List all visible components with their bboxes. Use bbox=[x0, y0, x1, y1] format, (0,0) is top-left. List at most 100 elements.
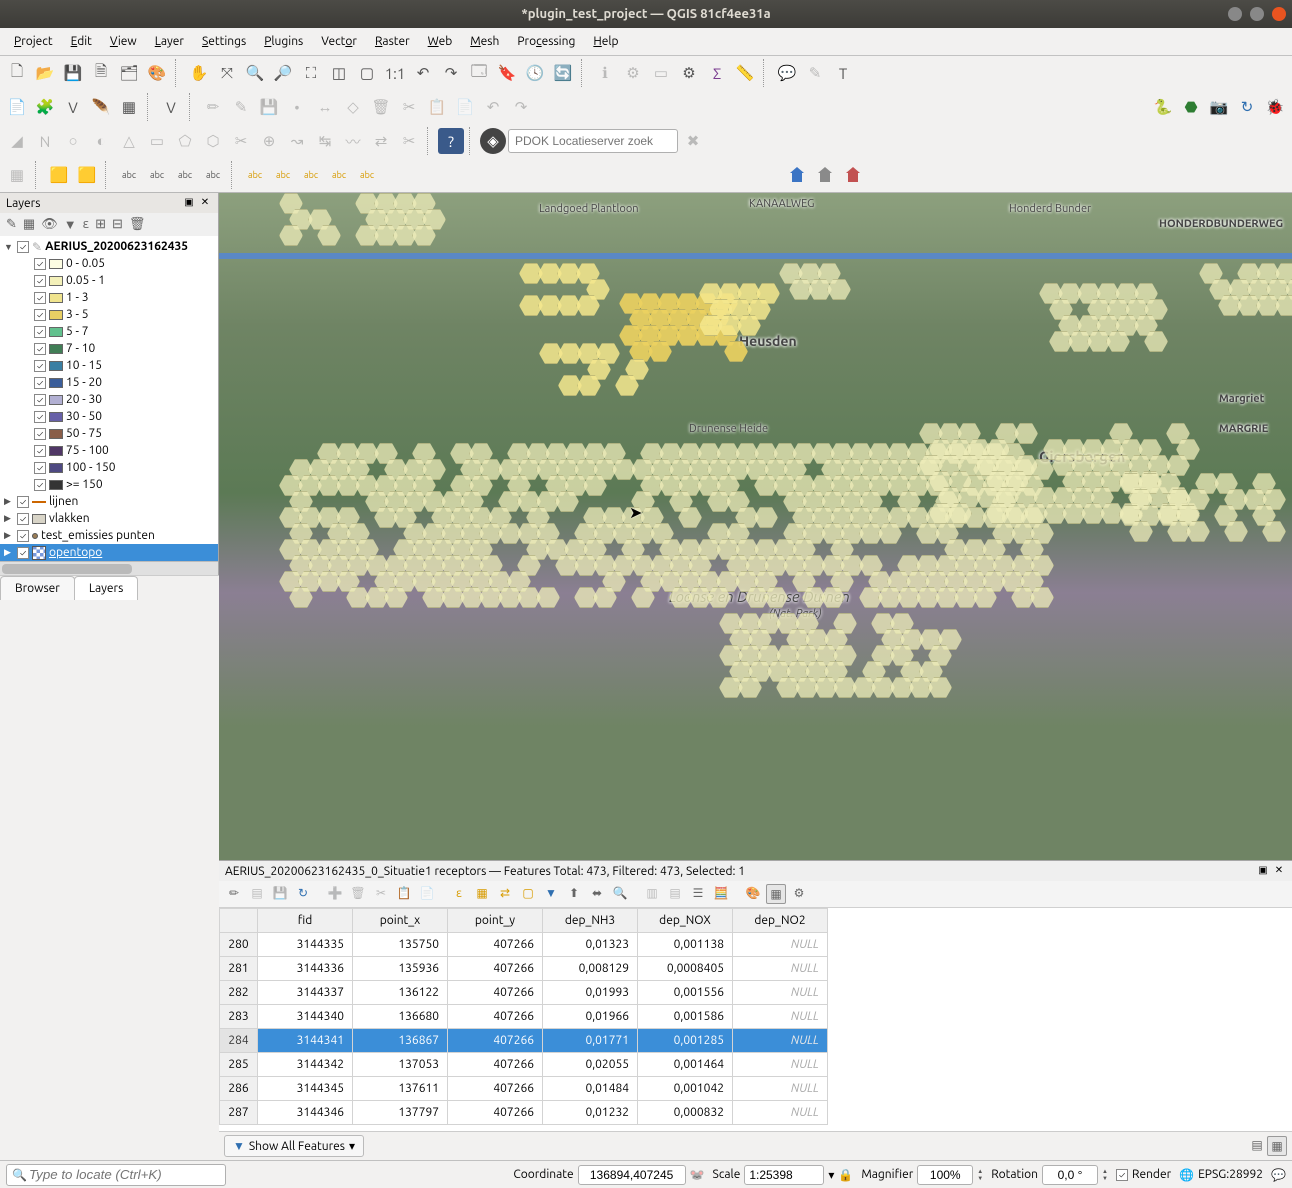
scale-input[interactable] bbox=[744, 1165, 824, 1185]
row-header[interactable]: 287 bbox=[220, 1101, 258, 1125]
label-abc-3[interactable]: abc bbox=[172, 162, 198, 188]
zoom-last-button[interactable]: ↶ bbox=[410, 60, 436, 86]
reload-icon[interactable]: ↻ bbox=[293, 884, 313, 904]
zoom-next-button[interactable]: ↷ bbox=[438, 60, 464, 86]
attribute-table[interactable]: fidpoint_xpoint_ydep_NH3dep_NOXdep_NO2 2… bbox=[219, 908, 828, 1125]
panel-close-button[interactable]: ✕ bbox=[198, 196, 212, 210]
row-header[interactable]: 285 bbox=[220, 1053, 258, 1077]
layout-manager-button[interactable]: 🗂 bbox=[116, 60, 142, 86]
layer-checkbox[interactable]: ✓ bbox=[17, 547, 29, 559]
menu-vector[interactable]: Vector bbox=[313, 32, 365, 51]
new-field-icon[interactable]: ▥ bbox=[642, 884, 662, 904]
table-row[interactable]: 280 31443351357504072660,013230,001138 N… bbox=[220, 933, 828, 957]
pan-to-icon[interactable]: ⬌ bbox=[587, 884, 607, 904]
pdok-search-input[interactable] bbox=[508, 129, 678, 153]
row-header[interactable]: 281 bbox=[220, 957, 258, 981]
form-view-icon[interactable]: ▤ bbox=[1247, 1136, 1267, 1156]
edit-pencil-icon[interactable]: ✏ bbox=[200, 94, 226, 120]
menu-project[interactable]: PProjectroject bbox=[6, 32, 61, 51]
shape-2-icon[interactable]: ◐ bbox=[88, 128, 114, 154]
column-header[interactable]: dep_NO2 bbox=[733, 909, 828, 933]
attribute-table-scroll[interactable]: fidpoint_xpoint_ydep_NH3dep_NOXdep_NO2 2… bbox=[219, 908, 1292, 1131]
invert-selection-icon[interactable]: ⇄ bbox=[495, 884, 515, 904]
shape-5-icon[interactable]: ⬠ bbox=[172, 128, 198, 154]
tab-layers[interactable]: Layers bbox=[74, 576, 138, 600]
add-feature-button[interactable]: • bbox=[284, 94, 310, 120]
copy-button[interactable]: 📋 bbox=[424, 94, 450, 120]
magnifier-spinner[interactable]: ▲▼ bbox=[977, 1168, 983, 1182]
trim-icon[interactable]: ✂ bbox=[396, 128, 422, 154]
zoom-out-button[interactable]: 🔎 bbox=[270, 60, 296, 86]
layer-checkbox[interactable]: ✓ bbox=[17, 241, 29, 253]
new-shapefile-button[interactable]: V bbox=[60, 94, 86, 120]
layer-filter-button[interactable]: 🟨 bbox=[46, 162, 72, 188]
debugger-button[interactable]: 🐞 bbox=[1262, 94, 1288, 120]
delete-feature-icon[interactable]: 🗑 bbox=[348, 884, 368, 904]
magnifier-input[interactable] bbox=[917, 1165, 973, 1185]
expander-icon[interactable]: ▶ bbox=[4, 547, 14, 558]
table-row[interactable]: 284 31443411368674072660,017710,001285 N… bbox=[220, 1029, 828, 1053]
column-header[interactable]: point_y bbox=[448, 909, 543, 933]
rotation-input[interactable] bbox=[1042, 1165, 1098, 1185]
remove-layer-icon[interactable]: 🗑 bbox=[129, 217, 146, 232]
row-header[interactable]: 284 bbox=[220, 1029, 258, 1053]
new-map-view-button[interactable]: 🗔 bbox=[466, 60, 492, 86]
row-header[interactable]: 283 bbox=[220, 1005, 258, 1029]
select-by-expr-icon[interactable]: ε bbox=[449, 884, 469, 904]
measure-button[interactable]: 📏 bbox=[732, 60, 758, 86]
lock-icon[interactable]: 🔒 bbox=[838, 1168, 853, 1182]
class-checkbox[interactable]: ✓ bbox=[34, 275, 46, 287]
refresh-button[interactable]: 🔄 bbox=[550, 60, 576, 86]
python-console-button[interactable]: 🐍 bbox=[1150, 94, 1176, 120]
layers-hscrollbar[interactable] bbox=[0, 561, 218, 575]
menu-web[interactable]: Web bbox=[420, 32, 461, 51]
pdok-logo-icon[interactable]: ◈ bbox=[480, 128, 506, 154]
open-project-button[interactable]: 📂 bbox=[32, 60, 58, 86]
table-row[interactable]: 287 31443461377974072660,012320,000832 N… bbox=[220, 1101, 828, 1125]
cut-button[interactable]: ✂ bbox=[396, 94, 422, 120]
multi-edit-icon[interactable]: ▤ bbox=[247, 884, 267, 904]
row-header[interactable]: 286 bbox=[220, 1077, 258, 1101]
messages-icon[interactable]: 💬 bbox=[1271, 1168, 1286, 1182]
deselect-icon[interactable]: ▢ bbox=[518, 884, 538, 904]
pan-to-selection-button[interactable]: ⤧ bbox=[214, 60, 240, 86]
shape-4-icon[interactable]: ▭ bbox=[144, 128, 170, 154]
temporal-button[interactable]: 🕓 bbox=[522, 60, 548, 86]
expander-icon[interactable]: ▶ bbox=[4, 496, 14, 507]
add-group-icon[interactable]: ▦ bbox=[23, 217, 35, 232]
class-checkbox[interactable]: ✓ bbox=[34, 343, 46, 355]
split-icon[interactable]: ✂ bbox=[228, 128, 254, 154]
menu-mesh[interactable]: Mesh bbox=[462, 32, 507, 51]
extents-icon[interactable]: 🐭 bbox=[690, 1168, 705, 1182]
menu-layer[interactable]: Layer bbox=[147, 32, 192, 51]
filter-selection-icon[interactable]: ▼ bbox=[541, 884, 561, 904]
map-canvas[interactable]: Landgoed Plantloon KANAALWEG Honderd Bun… bbox=[219, 193, 1292, 860]
rotation-spinner[interactable]: ▲▼ bbox=[1102, 1168, 1108, 1182]
label-abc-5[interactable]: abc bbox=[242, 162, 268, 188]
layer-opentopo[interactable]: opentopo bbox=[49, 546, 102, 559]
select-button[interactable]: ▭ bbox=[648, 60, 674, 86]
imaer-plugin-button[interactable]: ⬣ bbox=[1178, 94, 1204, 120]
window-minimize-button[interactable] bbox=[1228, 7, 1242, 21]
home-blue-icon[interactable] bbox=[784, 162, 810, 188]
annotation-button[interactable]: ✎ bbox=[802, 60, 828, 86]
column-header[interactable]: fid bbox=[258, 909, 353, 933]
menu-raster[interactable]: Raster bbox=[367, 32, 418, 51]
expand-all-icon[interactable]: ⊞ bbox=[95, 217, 106, 232]
toggle-edit-icon[interactable]: ✏ bbox=[224, 884, 244, 904]
cut-icon[interactable]: ✂ bbox=[371, 884, 391, 904]
layer-checkbox[interactable]: ✓ bbox=[17, 530, 29, 542]
reshape-icon[interactable]: ↝ bbox=[284, 128, 310, 154]
save-edits-icon[interactable]: 💾 bbox=[270, 884, 290, 904]
layer-checkbox[interactable]: ✓ bbox=[17, 496, 29, 508]
layer-test-emissies[interactable]: test_emissies punten bbox=[41, 529, 155, 542]
actions-icon[interactable]: ⚙ bbox=[789, 884, 809, 904]
reverse-icon[interactable]: ⇄ bbox=[368, 128, 394, 154]
new-bookmark-button[interactable]: 🔖 bbox=[494, 60, 520, 86]
class-checkbox[interactable]: ✓ bbox=[34, 258, 46, 270]
reload-plugin-button[interactable]: ↻ bbox=[1234, 94, 1260, 120]
new-virtual-button[interactable]: ▦ bbox=[116, 94, 142, 120]
delete-button[interactable]: 🗑 bbox=[368, 94, 394, 120]
class-checkbox[interactable]: ✓ bbox=[34, 411, 46, 423]
new-layout-button[interactable]: 🗎 bbox=[88, 60, 114, 86]
